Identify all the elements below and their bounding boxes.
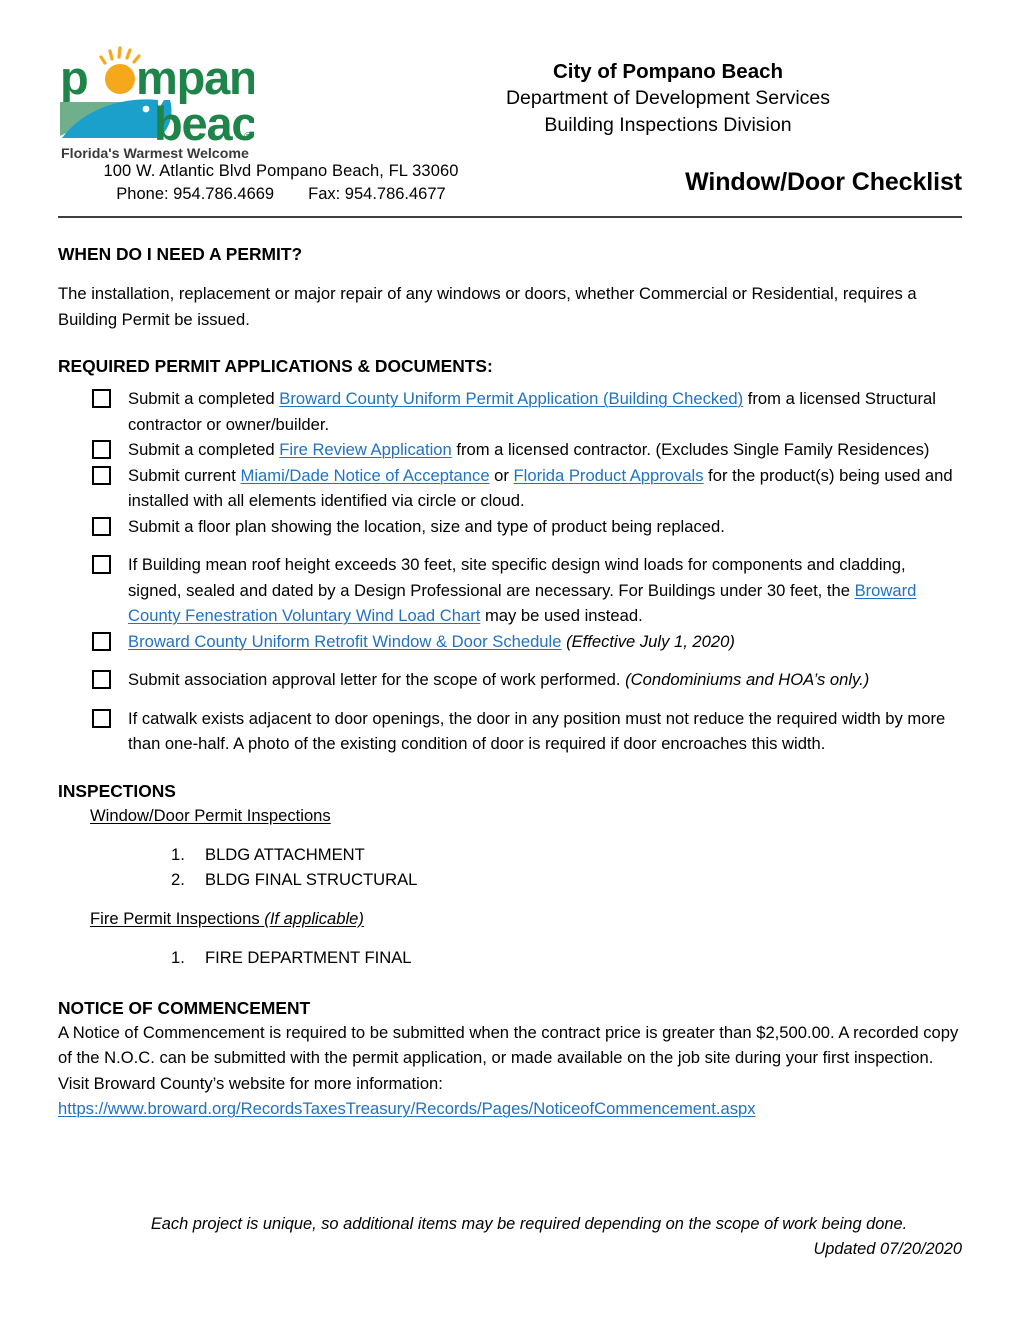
link-notice-of-commencement-url[interactable]: https://www.broward.org/RecordsTaxesTrea…	[58, 1099, 756, 1118]
checkbox[interactable]	[92, 440, 111, 459]
when-permit-paragraph: The installation, replacement or major r…	[58, 284, 917, 329]
checklist-item[interactable]: Submit a completed Fire Review Applicati…	[92, 437, 962, 463]
group-label-text: Fire Permit Inspections	[90, 908, 265, 928]
item-text-pre: Submit a completed	[128, 389, 280, 408]
sun-rays-icon	[99, 46, 141, 65]
checkbox[interactable]	[92, 555, 111, 574]
list-label: BLDG ATTACHMENT	[205, 844, 365, 864]
street-address: 100 W. Atlantic Blvd Pompano Beach, FL 3…	[103, 162, 459, 180]
item-text-pre: Submit a completed	[128, 440, 280, 459]
item-text-pre: Submit a floor plan showing the location…	[128, 516, 725, 536]
item-text-mid: or	[489, 465, 514, 485]
logo-word-beach: beach	[154, 97, 254, 150]
inspection-group-label-fire: Fire Permit Inspections (If applicable)	[90, 906, 962, 931]
item-text-post: from a licensed contractor. (Excludes Si…	[451, 440, 930, 459]
checkbox[interactable]	[92, 465, 111, 485]
checklist-item[interactable]: Submit a floor plan showing the location…	[92, 514, 962, 540]
city-logo: p mpano beach ® Florida's Warmest Welcom…	[58, 42, 308, 162]
phone-fax-line: Phone: 954.786.4669 Fax: 954.786.4677	[66, 183, 496, 206]
checklist-item[interactable]: Broward County Uniform Retrofit Window &…	[92, 629, 962, 655]
header-org-block: City of Pompano Beach Department of Deve…	[358, 58, 978, 139]
pompano-beach-logo-icon: p mpano beach ® Florida's Warmest Welcom…	[60, 46, 254, 162]
link-miami-dade-notice-of-acceptance[interactable]: Miami/Dade Notice of Acceptance	[241, 466, 490, 485]
checkbox[interactable]	[92, 708, 111, 728]
list-number: 2.	[171, 869, 185, 889]
document-page: p mpano beach ® Florida's Warmest Welcom…	[0, 0, 1020, 1320]
checkbox[interactable]	[92, 516, 111, 536]
item-text-italic: (Effective July 1, 2020)	[561, 631, 735, 651]
link-florida-product-approvals[interactable]: Florida Product Approvals	[514, 466, 704, 485]
fish-eye-icon	[142, 105, 150, 113]
fire-inspection-list: 1. FIRE DEPARTMENT FINAL	[58, 945, 962, 970]
list-number: 1.	[171, 947, 185, 967]
logo-registered-mark: ®	[244, 131, 252, 143]
list-item: 1. BLDG ATTACHMENT	[171, 842, 962, 867]
notice-paragraph: A Notice of Commencement is required to …	[58, 1022, 959, 1093]
item-text-post: may be used instead.	[480, 606, 643, 625]
checkbox[interactable]	[92, 389, 111, 408]
link-fire-review-application[interactable]: Fire Review Application	[279, 440, 451, 459]
heading-required-docs: REQUIRED PERMIT APPLICATIONS & DOCUMENTS…	[58, 356, 493, 376]
checkbox[interactable]	[92, 670, 111, 689]
sun-disc-icon	[105, 64, 135, 94]
item-text-pre: Submit association approval letter for t…	[128, 670, 626, 689]
department-name: Department of Development Services	[505, 87, 831, 109]
group-label-text: Window/Door Permit Inspections	[90, 805, 331, 825]
item-text-pre: Submit current	[128, 465, 241, 485]
list-label: FIRE DEPARTMENT FINAL	[205, 947, 412, 967]
item-text-pre: If catwalk exists adjacent to door openi…	[128, 708, 946, 754]
link-broward-uniform-permit-application[interactable]: Broward County Uniform Permit Applicatio…	[279, 389, 743, 408]
footer-updated-date: Updated 07/20/2020	[813, 1240, 962, 1258]
checklist-item[interactable]: If Building mean roof height exceeds 30 …	[92, 552, 962, 629]
contact-block: 100 W. Atlantic Blvd Pompano Beach, FL 3…	[66, 160, 496, 206]
heading-notice-of-commencement: NOTICE OF COMMENCEMENT	[58, 997, 311, 1018]
checklist-item[interactable]: Submit association approval letter for t…	[92, 667, 962, 693]
list-label: BLDG FINAL STRUCTURAL	[205, 869, 418, 889]
org-title: City of Pompano Beach	[552, 60, 784, 83]
document-header: p mpano beach ® Florida's Warmest Welcom…	[58, 0, 962, 210]
inspection-group-label-window-door: Window/Door Permit Inspections	[90, 803, 962, 828]
link-retrofit-window-door-schedule[interactable]: Broward County Uniform Retrofit Window &…	[128, 632, 561, 651]
division-name: Building Inspections Division	[544, 114, 792, 136]
list-item: 2. BLDG FINAL STRUCTURAL	[171, 867, 962, 892]
svg-text:p: p	[60, 51, 88, 104]
checklist-item[interactable]: Submit a completed Broward County Unifor…	[92, 386, 962, 437]
checklist-item[interactable]: If catwalk exists adjacent to door openi…	[92, 706, 962, 757]
checkbox[interactable]	[92, 631, 111, 651]
fax-number: Fax: 954.786.4677	[308, 185, 446, 203]
heading-inspections: INSPECTIONS	[58, 780, 176, 801]
required-docs-checklist: Submit a completed Broward County Unifor…	[58, 386, 962, 757]
phone-number: Phone: 954.786.4669	[116, 185, 275, 203]
list-item: 1. FIRE DEPARTMENT FINAL	[171, 945, 962, 970]
window-door-inspection-list: 1. BLDG ATTACHMENT 2. BLDG FINAL STRUCTURA…	[58, 842, 962, 892]
item-text-italic: (Condominiums and HOA’s only.)	[625, 670, 870, 689]
item-text-pre: If Building mean roof height exceeds 30 …	[128, 555, 906, 600]
document-body: WHEN DO I NEED A PERMIT? The installatio…	[58, 210, 962, 1122]
document-title: Window/Door Checklist	[685, 168, 962, 196]
footer-note: Each project is unique, so additional it…	[150, 1215, 908, 1233]
heading-when-permit: WHEN DO I NEED A PERMIT?	[58, 244, 303, 264]
checklist-item[interactable]: Submit current Miami/Dade Notice of Acce…	[92, 463, 962, 514]
group-label-italic: (If applicable)	[264, 908, 364, 928]
list-number: 1.	[171, 844, 185, 864]
document-footer: Each project is unique, so additional it…	[58, 1212, 962, 1262]
